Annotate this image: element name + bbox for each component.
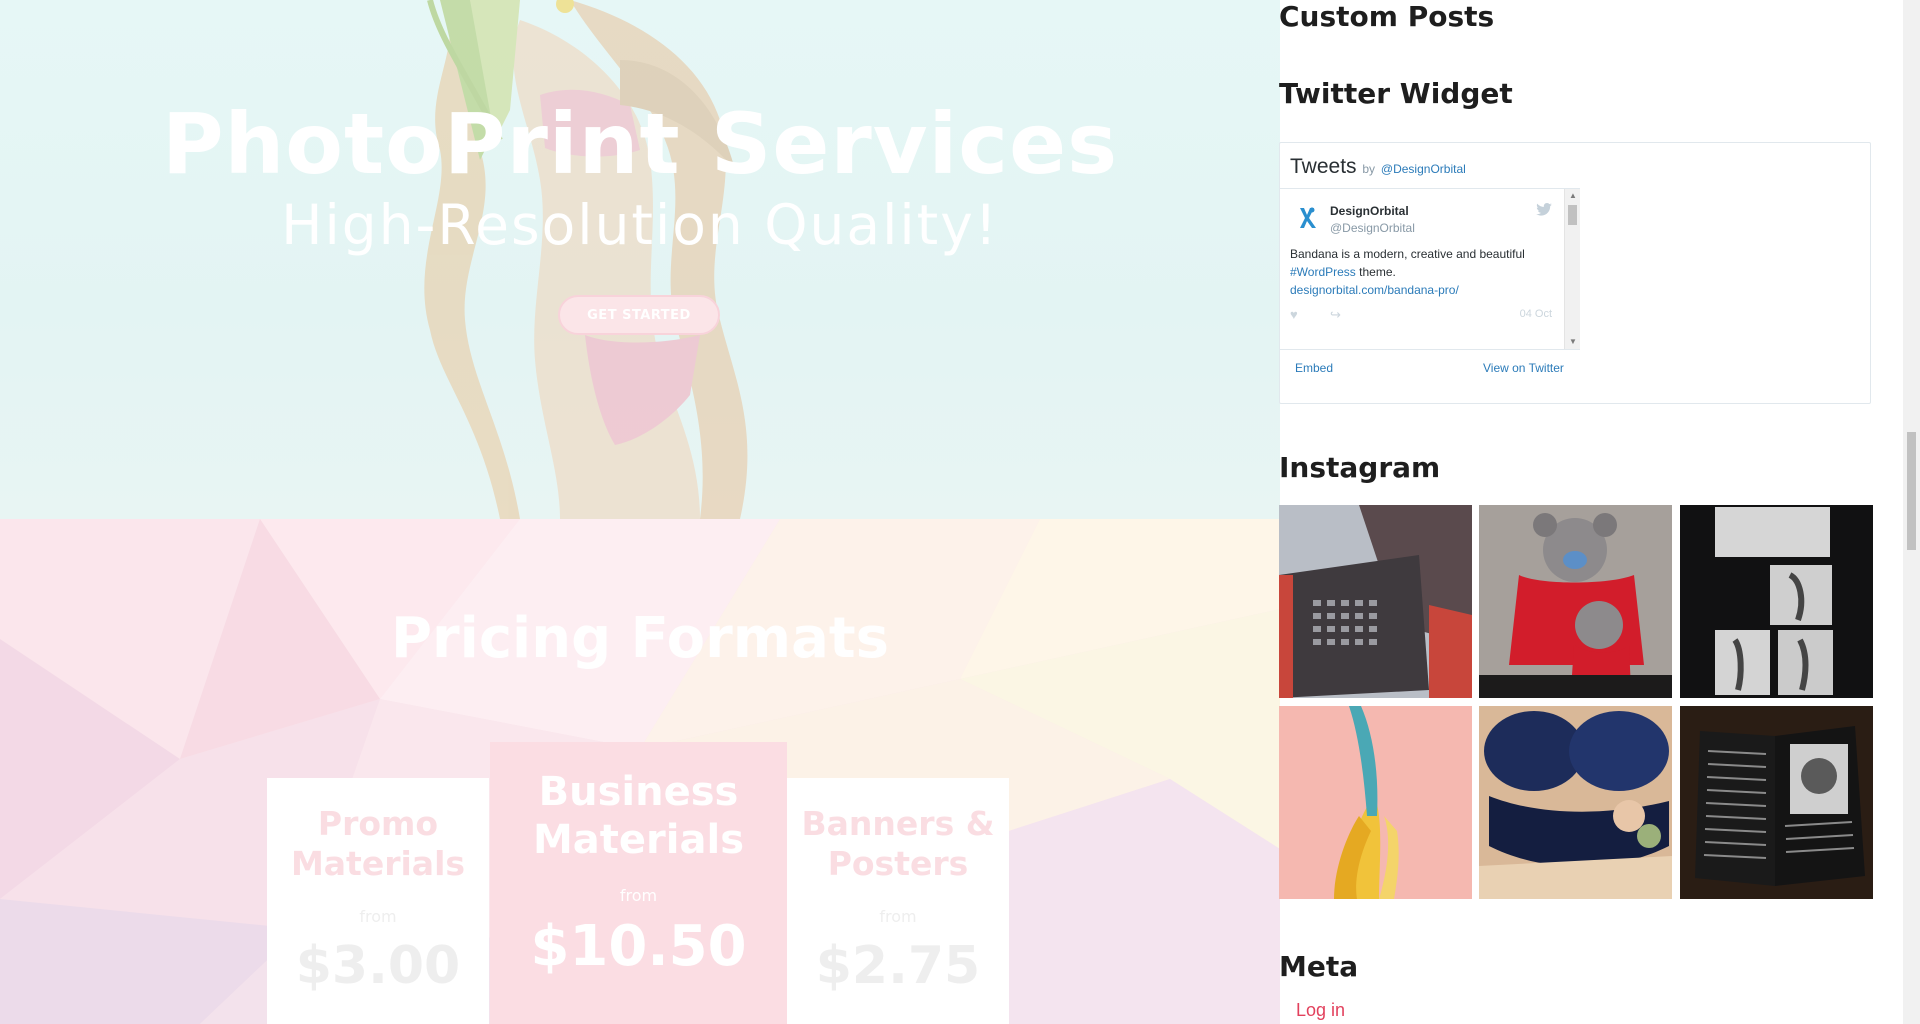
tweet-author-username[interactable]: @DesignOrbital [1330, 221, 1415, 235]
tweet-url-link[interactable]: designorbital.com/bandana-pro/ [1290, 283, 1459, 297]
scrollbar-thumb[interactable] [1568, 205, 1577, 225]
card-from-label: from [619, 886, 658, 905]
like-heart-icon[interactable]: ♥ [1290, 307, 1298, 322]
twitter-widget-title: Twitter Widget [1279, 77, 1513, 110]
scroll-down-arrow-icon[interactable]: ▼ [1569, 338, 1577, 346]
instagram-photo-lingerie[interactable] [1479, 706, 1672, 899]
pricing-title: Pricing Formats [390, 606, 889, 671]
card-title: Business Materials [533, 769, 744, 863]
tweet-list-scrollbar[interactable]: ▲ ▼ [1564, 189, 1580, 349]
log-in-link[interactable]: Log in [1296, 1000, 1345, 1021]
card-title: Promo Materials [290, 804, 466, 883]
hero-background-image [424, 0, 748, 519]
get-started-button[interactable]: GET STARTED [558, 295, 720, 335]
pricing-card-business[interactable]: Business Materials from $10.50 [490, 742, 787, 1024]
page-scrollbar-thumb[interactable] [1907, 432, 1916, 550]
twitter-bird-icon[interactable] [1536, 203, 1552, 219]
instagram-title: Instagram [1279, 451, 1441, 484]
card-from-label: from [879, 907, 917, 927]
pricing-card-banners[interactable]: Banners & Posters from $2.75 [787, 778, 1009, 1024]
twitter-handle-link[interactable]: @DesignOrbital [1381, 162, 1466, 176]
meta-title: Meta [1279, 950, 1359, 983]
instagram-photo-prints[interactable] [1680, 505, 1873, 698]
instagram-photo-banana[interactable] [1279, 706, 1472, 899]
embed-link[interactable]: Embed [1295, 361, 1333, 375]
tweet-text: Bandana is a modern, creative and beauti… [1290, 245, 1560, 299]
custom-posts-title: Custom Posts [1279, 0, 1495, 33]
card-title: Banners & Posters [801, 804, 995, 883]
hero-title: PhotoPrint Services [161, 95, 1119, 193]
scroll-up-arrow-icon[interactable]: ▲ [1569, 192, 1577, 200]
tweet-date[interactable]: 04 Oct [1520, 308, 1552, 320]
card-price: $3.00 [295, 936, 461, 997]
instagram-photo-book[interactable] [1680, 706, 1873, 899]
tweets-label: Tweets [1290, 155, 1357, 178]
tweets-header: Tweets by @DesignOrbital [1290, 155, 1466, 179]
instagram-photo-notebooks[interactable] [1279, 505, 1472, 698]
hero-subtitle: High-Resolution Quality! [281, 193, 999, 257]
view-on-twitter-link[interactable]: View on Twitter [1483, 361, 1564, 375]
pricing-card-promo[interactable]: Promo Materials from $3.00 [267, 778, 489, 1024]
share-icon[interactable]: ↪ [1330, 307, 1341, 323]
card-from-label: from [359, 907, 397, 927]
pricing-section: Pricing Formats Promo Materials from $3.… [0, 519, 1280, 1024]
tweet-text-prefix: Bandana is a modern, creative and beauti… [1290, 247, 1525, 261]
designorbital-logo-icon[interactable] [1292, 204, 1320, 232]
card-price: $2.75 [815, 936, 981, 997]
tweet-list[interactable]: DesignOrbital @DesignOrbital Bandana is … [1280, 188, 1580, 350]
tweet-text-suffix: theme. [1359, 265, 1396, 279]
sidebar: Custom Posts Twitter Widget Tweets by @D… [1279, 0, 1874, 1024]
page-scrollbar[interactable] [1903, 0, 1920, 1024]
tweet-author-name[interactable]: DesignOrbital [1330, 204, 1409, 218]
twitter-timeline-widget: Tweets by @DesignOrbital DesignOrbital @… [1279, 142, 1871, 404]
instagram-photo-teddy-bears[interactable] [1479, 505, 1672, 698]
hashtag-link[interactable]: #WordPress [1290, 265, 1356, 279]
tweets-by-label: by [1362, 162, 1376, 176]
page-content: PhotoPrint Services High-Resolution Qual… [0, 0, 1280, 1024]
card-price: $10.50 [530, 914, 747, 979]
hero-section: PhotoPrint Services High-Resolution Qual… [0, 0, 1280, 519]
